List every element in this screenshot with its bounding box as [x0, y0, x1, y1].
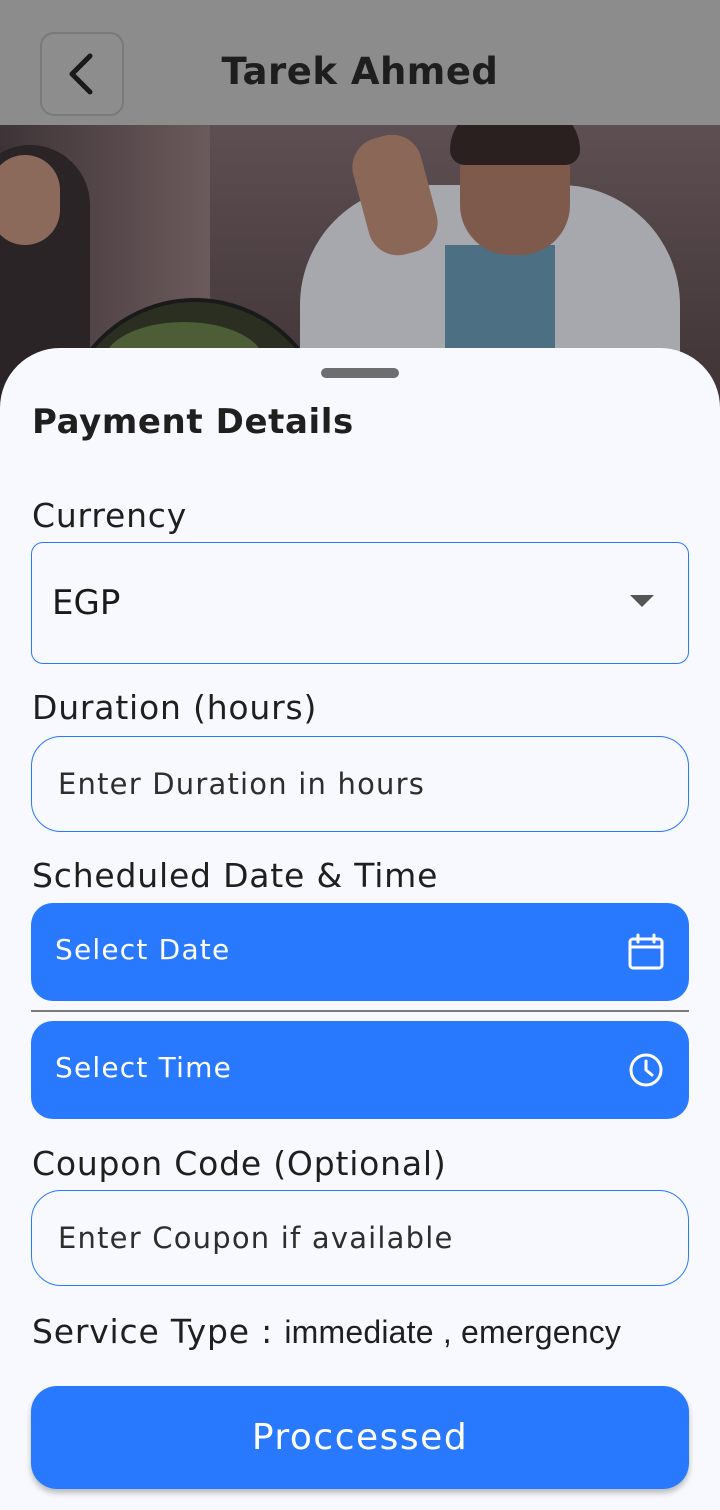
coupon-label: Coupon Code (Optional) — [32, 1144, 447, 1183]
duration-input[interactable] — [31, 736, 689, 832]
proccessed-button[interactable]: Proccessed — [31, 1386, 689, 1489]
service-type-value: immediate , emergency — [284, 1314, 622, 1350]
select-time-label: Select Time — [55, 1051, 233, 1084]
sheet-title: Payment Details — [32, 402, 354, 442]
select-date-label: Select Date — [55, 933, 231, 966]
calendar-icon — [628, 933, 664, 970]
payment-bottom-sheet: Payment Details Currency EGP Duration (h… — [0, 348, 720, 1510]
divider — [31, 1010, 689, 1012]
service-type-row: Service Type : immediate , emergency — [32, 1312, 621, 1351]
currency-value: EGP — [52, 583, 121, 623]
coupon-input[interactable] — [31, 1190, 689, 1286]
dropdown-caret-icon — [630, 595, 654, 607]
app-bar: Tarek Ahmed — [0, 0, 720, 125]
select-date-button[interactable]: Select Date — [31, 903, 689, 1001]
clock-icon — [629, 1053, 663, 1087]
schedule-label: Scheduled Date & Time — [32, 856, 439, 895]
currency-dropdown[interactable]: EGP — [31, 542, 689, 664]
service-type-label: Service Type : — [32, 1312, 274, 1351]
proccessed-button-label: Proccessed — [251, 1417, 469, 1458]
currency-label: Currency — [32, 496, 188, 535]
page-title: Tarek Ahmed — [221, 50, 499, 93]
select-time-button[interactable]: Select Time — [31, 1021, 689, 1119]
drag-handle[interactable] — [321, 368, 399, 378]
duration-label: Duration (hours) — [32, 688, 318, 727]
